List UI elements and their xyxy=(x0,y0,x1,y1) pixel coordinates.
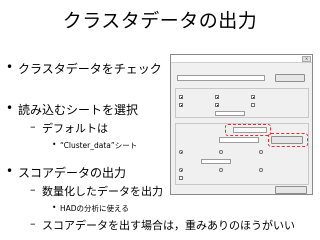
radio-3[interactable] xyxy=(259,150,263,154)
bullet-6-marker: – xyxy=(30,183,36,196)
bullet-1-marker: • xyxy=(6,60,14,74)
bullet-2-marker: • xyxy=(6,101,14,115)
highlight-score-output xyxy=(268,133,308,147)
browse-button[interactable] xyxy=(275,74,305,82)
checkbox-7[interactable] xyxy=(179,176,183,180)
slide: クラスタデータの出力 • クラスタデータをチェック • 読み込むシートを選択 –… xyxy=(0,0,320,240)
checkbox-6[interactable] xyxy=(251,103,255,107)
sheet-name-field[interactable] xyxy=(219,137,259,143)
radio-5[interactable] xyxy=(219,168,223,172)
bullet-4-text: “Cluster_data”シート xyxy=(60,141,138,150)
radio-1[interactable] xyxy=(179,150,183,154)
bullet-5-text: スコアデータの出力 xyxy=(18,166,127,180)
dialog-titlebar: × xyxy=(171,55,312,63)
bullet-2-text: 読み込むシートを選択 xyxy=(18,103,139,117)
highlight-read-sheet xyxy=(225,124,271,136)
file-path-field[interactable] xyxy=(177,75,265,81)
radio-2[interactable] xyxy=(219,150,223,154)
bullet-8-text: スコアデータを出す場合は，重みありのほうがいい xyxy=(42,219,295,232)
checkbox-4[interactable] xyxy=(179,103,183,107)
checkbox-3[interactable] xyxy=(251,95,255,99)
checkbox-5[interactable] xyxy=(215,103,219,107)
number-field[interactable] xyxy=(215,111,245,116)
checkbox-1[interactable] xyxy=(179,95,183,99)
bullet-5-marker: • xyxy=(6,164,14,178)
dialog-screenshot: × xyxy=(170,54,313,195)
bullet-4-marker: • xyxy=(52,140,57,149)
run-button[interactable] xyxy=(275,186,307,194)
bullet-7-text: HADの分析に使える xyxy=(60,204,129,213)
close-icon[interactable]: × xyxy=(302,56,311,62)
bullet-3-marker: – xyxy=(30,120,36,133)
bullet-3-text: デフォルトは xyxy=(42,122,108,135)
bullet-1-text: クラスタデータをチェック xyxy=(18,62,162,76)
radio-4[interactable] xyxy=(179,168,183,172)
bullet-6-text: 数量化したデータを出力 xyxy=(42,185,163,198)
bullet-7-marker: • xyxy=(52,203,57,212)
checkbox-2[interactable] xyxy=(215,95,219,99)
radio-6[interactable] xyxy=(259,168,263,172)
bullet-8-marker: – xyxy=(30,217,36,230)
option-field-1[interactable] xyxy=(201,159,231,164)
